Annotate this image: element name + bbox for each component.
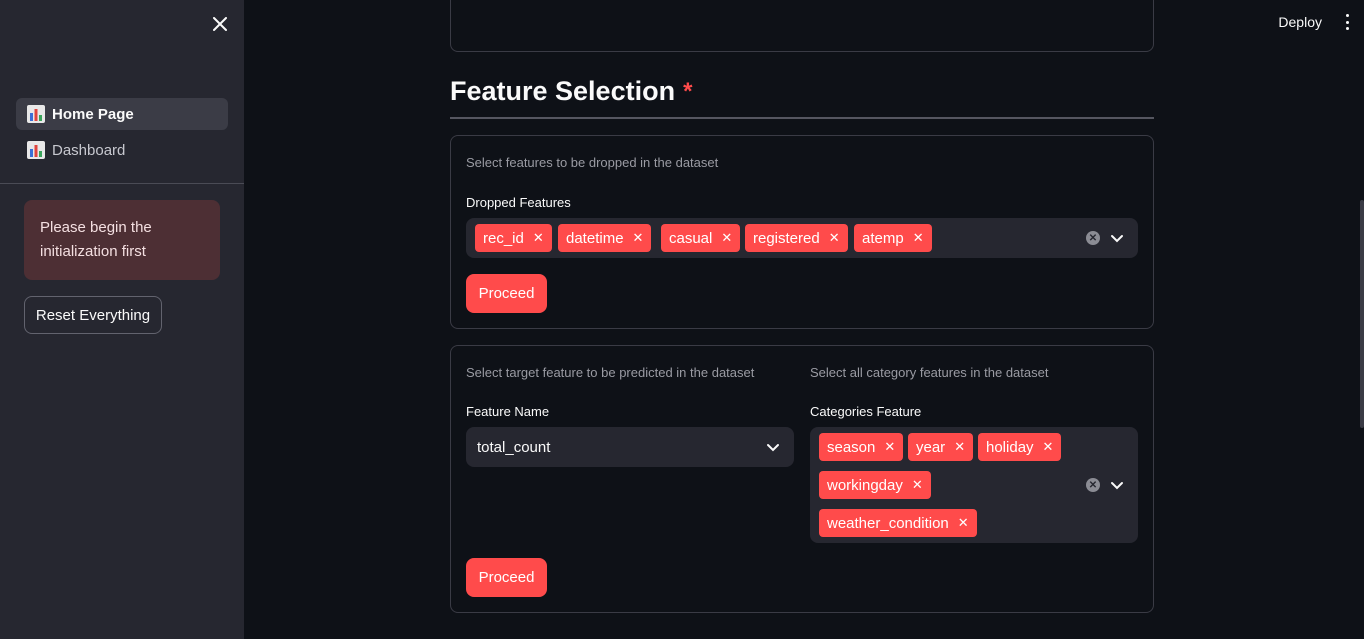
tag-casual: casual ✕ <box>661 224 741 252</box>
bar-chart-icon <box>27 105 45 123</box>
sidebar-item-label: Dashboard <box>52 141 126 159</box>
page-title: Feature Selection * <box>450 76 692 107</box>
remove-tag-icon[interactable]: ✕ <box>1043 439 1054 455</box>
sidebar-item-home-page[interactable]: Home Page <box>16 98 228 130</box>
tag-year: year ✕ <box>908 433 974 461</box>
tag-holiday: holiday ✕ <box>978 433 1062 461</box>
tag-atemp: atemp ✕ <box>854 224 932 252</box>
dropped-features-label: Dropped Features <box>466 195 571 210</box>
remove-tag-icon[interactable]: ✕ <box>954 439 965 455</box>
remove-tag-icon[interactable]: ✕ <box>721 230 732 246</box>
tag-registered: registered ✕ <box>745 224 848 252</box>
close-sidebar-button[interactable] <box>209 13 231 35</box>
remove-tag-icon[interactable]: ✕ <box>884 439 895 455</box>
feature-name-value: total_count <box>477 438 551 456</box>
tag-season: season ✕ <box>819 433 904 461</box>
chevron-down-icon[interactable] <box>1110 478 1124 492</box>
feature-name-select[interactable]: total_count <box>466 427 794 467</box>
section-divider <box>450 117 1154 119</box>
kebab-menu-icon[interactable] <box>1344 14 1350 30</box>
remove-tag-icon[interactable]: ✕ <box>913 230 924 246</box>
sidebar: Home Page Dashboard Please begin the ini… <box>0 0 244 639</box>
remove-tag-icon[interactable]: ✕ <box>912 477 923 493</box>
chevron-down-icon[interactable] <box>766 440 780 454</box>
sidebar-item-dashboard[interactable]: Dashboard <box>16 134 228 166</box>
reset-everything-button[interactable]: Reset Everything <box>24 296 162 334</box>
remove-tag-icon[interactable]: ✕ <box>829 230 840 246</box>
section-title-text: Feature Selection <box>450 76 676 106</box>
bar-chart-icon <box>27 141 45 159</box>
target-feature-caption: Select target feature to be predicted in… <box>466 365 755 380</box>
remove-tag-icon[interactable]: ✕ <box>958 515 969 531</box>
remove-tag-icon[interactable]: ✕ <box>533 230 544 246</box>
sidebar-item-label: Home Page <box>52 105 134 123</box>
category-features-caption: Select all category features in the data… <box>810 365 1049 380</box>
header-toolbar: Deploy <box>1278 14 1350 30</box>
deploy-button[interactable]: Deploy <box>1278 14 1322 30</box>
previous-section-card <box>450 0 1154 52</box>
proceed-button[interactable]: Proceed <box>466 558 547 597</box>
tag-rec-id: rec_id ✕ <box>475 224 552 252</box>
sidebar-divider <box>0 183 244 184</box>
dropped-features-caption: Select features to be dropped in the dat… <box>466 155 719 170</box>
scrollbar[interactable] <box>1360 200 1364 428</box>
categories-feature-label: Categories Feature <box>810 404 922 419</box>
tag-datetime: datetime ✕ <box>558 224 652 252</box>
clear-all-icon[interactable]: ✕ <box>1086 478 1100 492</box>
close-icon <box>213 17 227 31</box>
tag-workingday: workingday ✕ <box>819 471 931 499</box>
proceed-button[interactable]: Proceed <box>466 274 547 313</box>
required-marker: * <box>683 77 693 105</box>
chevron-down-icon[interactable] <box>1110 231 1124 245</box>
remove-tag-icon[interactable]: ✕ <box>633 230 644 246</box>
tag-weather-condition: weather_condition ✕ <box>819 509 977 537</box>
clear-all-icon[interactable]: ✕ <box>1086 231 1100 245</box>
alert-message: Please begin the initialization first <box>24 200 220 280</box>
feature-name-label: Feature Name <box>466 404 550 419</box>
